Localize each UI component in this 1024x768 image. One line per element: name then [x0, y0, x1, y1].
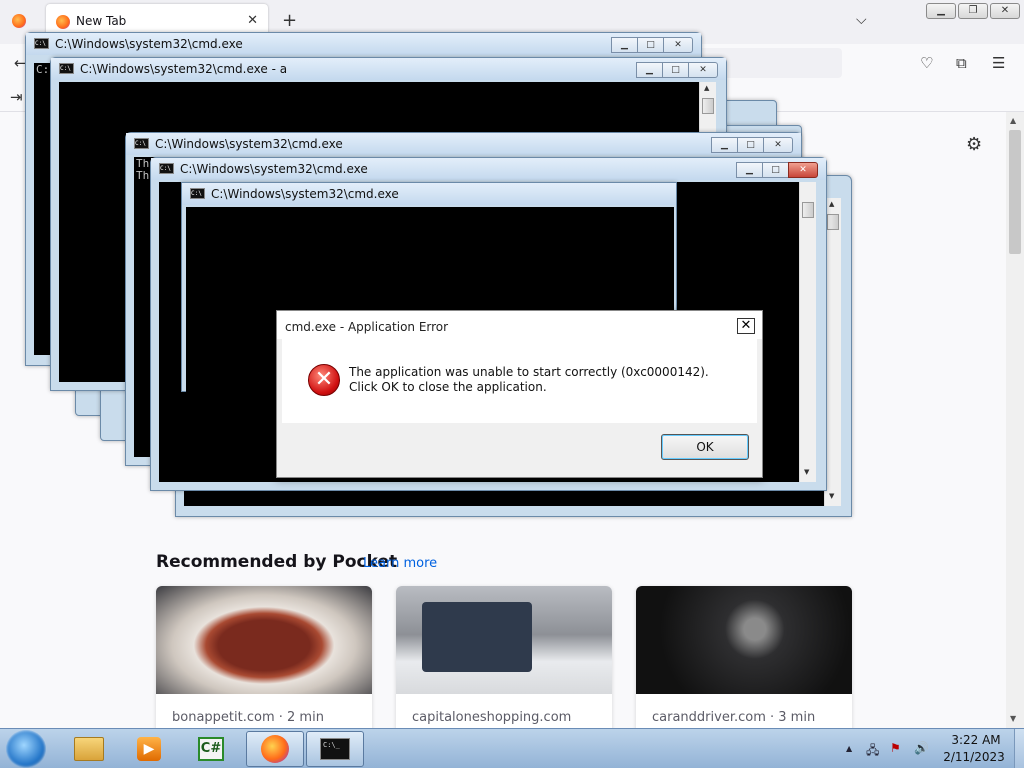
application-error-dialog[interactable]: cmd.exe - Application Error ✕ ✕ The appl…: [276, 310, 763, 478]
firefox-icon: [261, 735, 289, 763]
cmd-title: C:\Windows\system32\cmd.exe: [155, 137, 343, 151]
taskbar-media-player[interactable]: ▶: [120, 731, 178, 767]
close-button[interactable]: ✕: [788, 162, 818, 178]
console-scrollbar[interactable]: ▼: [799, 182, 816, 482]
browser-close-button[interactable]: ✕: [990, 3, 1020, 19]
close-button[interactable]: ✕: [663, 37, 693, 53]
card-image-engine: [636, 586, 852, 694]
taskbar-cmd[interactable]: C:\_: [306, 731, 364, 767]
van-shape: [422, 602, 532, 672]
show-desktop-button[interactable]: [1014, 729, 1024, 768]
pocket-card[interactable]: capitaloneshopping.com: [396, 586, 612, 736]
card-image-steak: [156, 586, 372, 694]
settings-gear-icon[interactable]: ⚙: [966, 134, 982, 155]
minimize-button[interactable]: ▁: [736, 162, 763, 178]
dialog-titlebar[interactable]: cmd.exe - Application Error ✕: [277, 311, 762, 339]
clock-time[interactable]: 3:22 AM: [948, 733, 1004, 747]
new-tab-button[interactable]: +: [282, 10, 297, 31]
tab-title: New Tab: [76, 14, 127, 28]
taskbar: ▶ C# C:\_ ▲ 🖧 ⚑ 🔊 3:22 AM 2/11/2023: [0, 728, 1024, 768]
minimize-button[interactable]: ▁: [636, 62, 663, 78]
cmd-titlebar[interactable]: C:\ C:\Windows\system32\cmd.exe ▁ □ ✕: [126, 133, 801, 155]
dialog-close-button[interactable]: ✕: [737, 318, 755, 334]
cmd-title: C:\Windows\system32\cmd.exe - a: [80, 62, 288, 76]
cmd-titlebar[interactable]: C:\ C:\Windows\system32\cmd.exe ▁ □ ✕: [151, 158, 826, 180]
extensions-icon[interactable]: ⧉: [956, 54, 967, 72]
dialog-title: cmd.exe - Application Error: [285, 320, 449, 334]
menu-icon[interactable]: ☰: [992, 54, 1005, 72]
dialog-body: ✕ The application was unable to start co…: [282, 339, 757, 423]
cmd-icon: C:\_: [320, 738, 350, 760]
maximize-button[interactable]: □: [637, 37, 664, 53]
pocket-card[interactable]: caranddriver.com · 3 min: [636, 586, 852, 736]
tab-close-icon[interactable]: ✕: [247, 13, 258, 28]
maximize-button[interactable]: □: [737, 137, 764, 153]
scrollbar-thumb[interactable]: [802, 202, 814, 218]
ok-button[interactable]: OK: [661, 434, 749, 460]
firefox-tab-icon: [56, 15, 70, 29]
taskbar-firefox[interactable]: [246, 731, 304, 767]
card-source: bonappetit.com · 2 min: [172, 710, 324, 725]
cmd-app-icon: C:\: [159, 163, 174, 174]
action-center-flag-icon[interactable]: ⚑: [890, 741, 901, 755]
start-button-windows-icon[interactable]: [6, 730, 46, 768]
firefox-logo-icon: [12, 14, 26, 28]
folder-icon: [74, 737, 104, 761]
cmd-title: C:\Windows\system32\cmd.exe: [55, 37, 243, 51]
browser-minimize-button[interactable]: ▁: [926, 3, 956, 19]
card-image-van: [396, 586, 612, 694]
error-message: The application was unable to start corr…: [349, 365, 709, 394]
cmd-title: C:\Windows\system32\cmd.exe: [180, 162, 368, 176]
pocket-card[interactable]: bonappetit.com · 2 min: [156, 586, 372, 736]
taskbar-csharp[interactable]: C#: [182, 731, 240, 767]
sidebar-toggle-icon[interactable]: ⇥: [10, 88, 23, 106]
error-icon: ✕: [308, 364, 340, 396]
scrollbar-thumb[interactable]: [827, 214, 839, 230]
tray-expand-arrow-icon[interactable]: ▲: [846, 744, 852, 753]
network-icon[interactable]: 🖧: [866, 741, 879, 762]
scroll-down-arrow-icon[interactable]: ▼: [804, 468, 809, 476]
pocket-icon[interactable]: ♡: [920, 54, 933, 72]
scroll-up-arrow-icon[interactable]: ▲: [704, 84, 709, 92]
clock-date[interactable]: 2/11/2023: [942, 750, 1006, 764]
browser-restore-button[interactable]: ❐: [958, 3, 988, 19]
csharp-icon: C#: [198, 737, 224, 761]
card-source: caranddriver.com · 3 min: [652, 710, 816, 725]
cmd-app-icon: C:\: [34, 38, 49, 49]
minimize-button[interactable]: ▁: [611, 37, 638, 53]
media-player-icon: ▶: [137, 737, 161, 761]
maximize-button[interactable]: □: [662, 62, 689, 78]
scroll-down-arrow-icon[interactable]: ▼: [829, 492, 834, 500]
volume-icon[interactable]: 🔊: [914, 741, 929, 755]
card-source: capitaloneshopping.com: [412, 710, 572, 725]
scrollbar-thumb[interactable]: [1009, 130, 1021, 254]
scrollbar-thumb[interactable]: [702, 98, 714, 114]
cmd-app-icon: C:\: [59, 63, 74, 74]
close-button[interactable]: ✕: [688, 62, 718, 78]
cmd-app-icon: C:\: [190, 188, 205, 199]
cmd-titlebar[interactable]: C:\ C:\Windows\system32\cmd.exe ▁ □ ✕: [26, 33, 701, 55]
scroll-up-arrow-icon[interactable]: ▲: [829, 200, 834, 208]
cmd-titlebar[interactable]: C:\ C:\Windows\system32\cmd.exe: [182, 183, 676, 205]
close-button[interactable]: ✕: [763, 137, 793, 153]
learn-more-link[interactable]: Learn more: [363, 556, 437, 571]
scroll-down-arrow-icon[interactable]: ▼: [1010, 714, 1016, 723]
taskbar-explorer[interactable]: [60, 731, 118, 767]
page-scrollbar[interactable]: ▲ ▼: [1006, 112, 1024, 728]
scroll-up-arrow-icon[interactable]: ▲: [1010, 116, 1016, 125]
cmd-titlebar[interactable]: C:\ C:\Windows\system32\cmd.exe - a ▁ □ ✕: [51, 58, 726, 80]
cmd-title: C:\Windows\system32\cmd.exe: [211, 187, 399, 201]
pocket-heading: Recommended by Pocket: [156, 552, 398, 572]
cmd-app-icon: C:\: [134, 138, 149, 149]
maximize-button[interactable]: □: [762, 162, 789, 178]
list-tabs-chevron-icon[interactable]: ⌵: [856, 12, 867, 28]
minimize-button[interactable]: ▁: [711, 137, 738, 153]
